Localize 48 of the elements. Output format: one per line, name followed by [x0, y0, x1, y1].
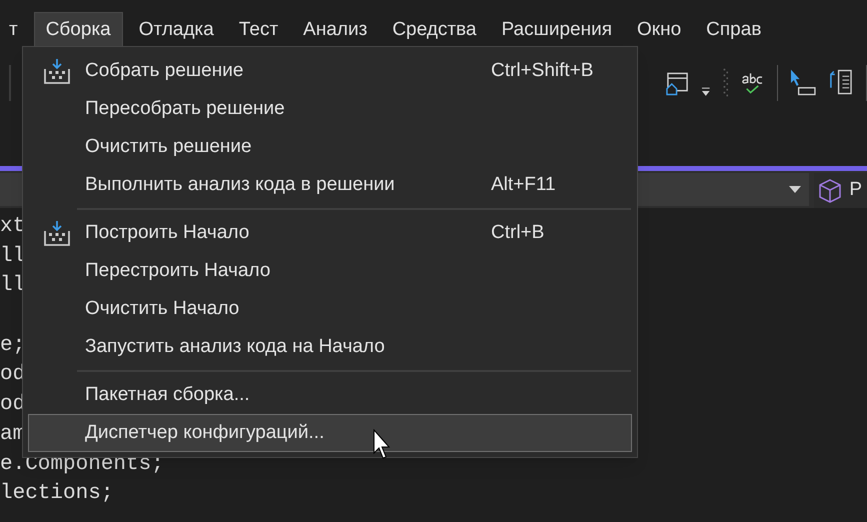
menu-item-label: Пересобрать решение — [85, 96, 285, 121]
menu-item-label: Построить Начало — [85, 220, 250, 245]
menu-bar-item[interactable]: Окно — [628, 12, 690, 48]
window-home-icon[interactable] — [666, 70, 690, 96]
code-line: e; — [0, 334, 26, 357]
menu-bar-item[interactable]: Расширения — [492, 12, 622, 48]
menu-item[interactable]: Очистить Начало — [28, 290, 632, 328]
menu-item[interactable]: Собрать решение Ctrl+Shift+B — [28, 52, 632, 90]
caret-icon — [789, 186, 802, 193]
build-icon — [44, 58, 70, 84]
dropdown-icon[interactable] — [701, 86, 711, 98]
code-line: lections; — [0, 482, 114, 506]
menu-item-label: Собрать решение — [85, 58, 244, 83]
code-line: ll — [0, 274, 26, 298]
code-line: e.Components; — [0, 452, 164, 476]
menu-bar-item[interactable]: Сборка — [34, 12, 123, 48]
menu-item[interactable]: Выполнить анализ кода в решении Alt+F11 — [28, 166, 632, 204]
menu-item-label: Очистить Начало — [85, 296, 240, 321]
shortcut-label: Ctrl+B — [491, 220, 546, 245]
menu-item[interactable]: Очистить решение — [28, 128, 632, 166]
grip-icon[interactable] — [722, 67, 728, 99]
menu-bar-item[interactable]: Справ — [697, 12, 770, 48]
menu-bar-item[interactable]: Анализ — [294, 12, 376, 48]
menu-item[interactable]: Запустить анализ кода на Начало — [28, 328, 632, 366]
shortcut-label: Alt+F11 — [491, 172, 557, 197]
shortcut-label: Ctrl+Shift+B — [491, 58, 594, 83]
menu-item-label: Перестроить Начало — [85, 258, 270, 283]
build-icon — [44, 220, 70, 246]
menu-item-label: Пакетная сборка... — [85, 382, 250, 407]
menu-item[interactable]: Пакетная сборка... — [28, 376, 632, 414]
cube-icon — [819, 178, 842, 202]
menu-bar-item[interactable]: Тест — [230, 12, 288, 48]
menu-item-label: Очистить решение — [85, 134, 252, 159]
menu-item-label: Диспетчер конфигураций... — [85, 420, 324, 445]
project-label: P — [849, 178, 862, 202]
menu-bar-item[interactable]: т — [0, 12, 27, 48]
menu-bar-item[interactable]: Средства — [383, 12, 486, 48]
menu-item[interactable]: Пересобрать решение — [28, 90, 632, 128]
menu-item-label: Выполнить анализ кода в решении — [85, 172, 395, 197]
menu-item[interactable]: Диспетчер конфигураций... — [28, 414, 632, 452]
code-line: xt — [0, 215, 26, 238]
menu-item[interactable]: Перестроить Начало — [28, 252, 632, 290]
mouse-pointer-icon — [373, 429, 393, 461]
menu-bar-item[interactable]: Отладка — [130, 12, 223, 48]
menu-item-label: Запустить анализ кода на Начало — [85, 334, 385, 359]
pointer-icon[interactable] — [790, 68, 818, 98]
code-line: ll — [0, 244, 26, 268]
menu-item[interactable]: Построить Начало Ctrl+B — [28, 214, 632, 252]
